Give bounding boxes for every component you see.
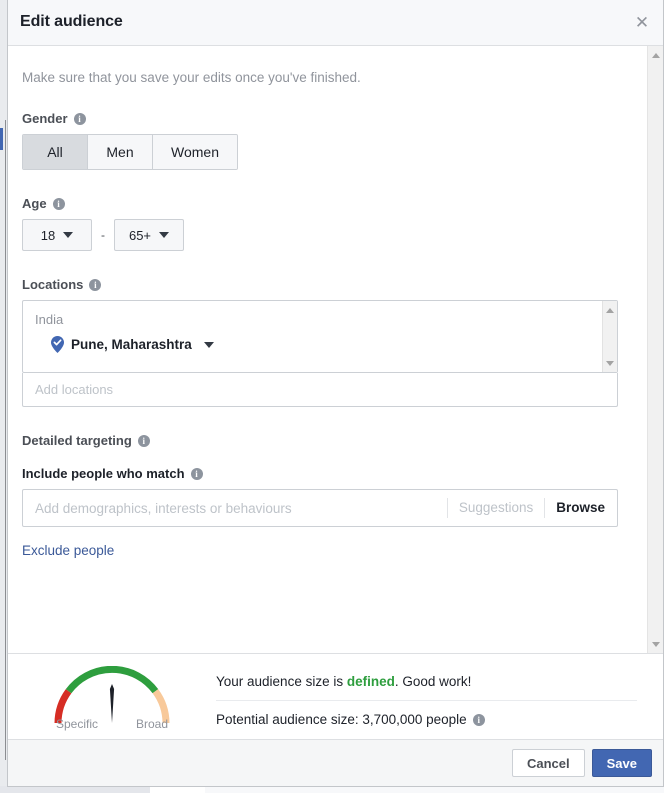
chevron-down-icon [63,232,73,238]
background-accent-bar [0,128,3,150]
detailed-targeting-label: Detailed targeting i [22,433,618,448]
locations-label: Locations i [22,277,618,292]
background-bottom-card-secondary [205,786,664,793]
scroll-down-icon[interactable] [648,636,664,652]
close-icon[interactable]: ✕ [631,12,653,34]
gender-segmented-control: All Men Women [22,134,238,170]
dialog-body: Make sure that you save your edits once … [8,46,663,654]
locations-scrollbar[interactable] [602,301,617,372]
age-min-value: 18 [41,228,55,243]
include-people-label-text: Include people who match [22,466,185,481]
include-people-label: Include people who match i [22,466,618,481]
age-range-separator: - [101,228,105,242]
potential-audience-size: Potential audience size: 3,700,000 peopl… [216,701,637,727]
exclude-people-link[interactable]: Exclude people [22,543,114,558]
gauge-label-specific: Specific [56,717,98,731]
audience-size-gauge: Specific Broad [8,654,216,731]
gender-label-text: Gender [22,111,68,126]
location-name: Pune, Maharashtra [71,337,192,352]
save-button[interactable]: Save [592,749,652,777]
audience-summary: Specific Broad Your audience size is def… [8,654,663,746]
age-max-dropdown[interactable]: 65+ [114,219,184,251]
suggestions-button[interactable]: Suggestions [447,498,544,518]
gauge-label-broad: Broad [136,717,168,731]
add-locations-input[interactable]: Add locations [22,373,618,407]
audience-size-prefix: Your audience size is [216,674,347,689]
dialog-body-content: Make sure that you save your edits once … [8,46,632,653]
info-icon[interactable]: i [89,279,101,291]
age-min-dropdown[interactable]: 18 [22,219,92,251]
page-title: Edit audience [20,13,123,31]
detailed-targeting-label-text: Detailed targeting [22,433,132,448]
intro-text: Make sure that you save your edits once … [22,46,618,85]
gender-label: Gender i [22,111,618,126]
info-icon[interactable]: i [473,714,485,726]
dialog-scrollbar[interactable] [647,46,663,653]
age-label: Age i [22,196,618,211]
cancel-button[interactable]: Cancel [512,749,585,777]
background-page-edge [5,120,6,760]
gender-option-all[interactable]: All [23,135,88,169]
detailed-targeting-input-row: Add demographics, interests or behaviour… [22,489,618,527]
map-pin-icon [51,336,64,353]
scroll-up-icon[interactable] [648,47,664,63]
gender-option-men[interactable]: Men [88,135,153,169]
info-icon[interactable]: i [74,113,86,125]
dialog-footer: Cancel Save [8,739,663,786]
gender-option-women[interactable]: Women [153,135,237,169]
audience-summary-text: Your audience size is defined. Good work… [216,654,663,727]
browse-button[interactable]: Browse [544,498,617,518]
info-icon[interactable]: i [53,198,65,210]
chevron-down-icon [159,232,169,238]
status-badge: defined [347,674,395,689]
age-label-text: Age [22,196,47,211]
locations-country-label: India [23,301,617,327]
potential-audience-size-text: Potential audience size: 3,700,000 peopl… [216,712,467,727]
chevron-down-icon[interactable] [204,342,214,348]
info-icon[interactable]: i [138,435,150,447]
audience-size-suffix: . Good work! [395,674,472,689]
info-icon[interactable]: i [191,468,203,480]
age-range-row: 18 - 65+ [22,219,618,251]
scroll-up-icon[interactable] [603,303,617,317]
edit-audience-dialog: Edit audience ✕ Make sure that you save … [7,0,664,787]
dialog-header: Edit audience ✕ [8,0,663,46]
locations-label-text: Locations [22,277,83,292]
gauge-labels: Specific Broad [8,717,216,731]
locations-selected-box: India Pune, Maharashtra [22,300,618,373]
scroll-down-icon[interactable] [603,356,617,370]
audience-size-status: Your audience size is defined. Good work… [216,674,637,701]
location-chip[interactable]: Pune, Maharashtra [23,327,617,353]
detailed-targeting-input[interactable]: Add demographics, interests or behaviour… [23,501,447,516]
age-max-value: 65+ [129,228,151,243]
